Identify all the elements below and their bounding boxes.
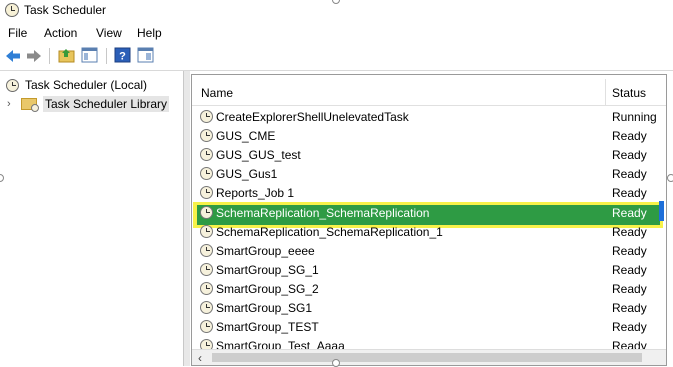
svg-text:?: ? <box>119 51 126 63</box>
task-status: Ready <box>612 167 647 181</box>
task-name: GUS_Gus1 <box>216 167 278 181</box>
clock-icon <box>200 129 213 142</box>
pane-splitter[interactable] <box>184 71 190 366</box>
task-name: SmartGroup_SG_2 <box>216 282 319 296</box>
tree-item-library[interactable]: › Task Scheduler Library <box>7 95 170 113</box>
menu-view[interactable]: View <box>96 26 122 40</box>
scroll-thumb[interactable] <box>212 353 642 362</box>
task-status: Running <box>612 110 657 124</box>
clock-icon <box>200 206 213 219</box>
console-tree: Task Scheduler (Local) › Task Scheduler … <box>0 71 184 366</box>
column-header-name[interactable]: Name <box>201 86 233 100</box>
task-status: Ready <box>612 148 647 162</box>
column-header-status[interactable]: Status <box>612 86 646 100</box>
task-name: GUS_CME <box>216 129 276 143</box>
task-name: SmartGroup_SG1 <box>216 301 313 315</box>
clock-icon <box>200 244 213 257</box>
table-row[interactable]: SmartGroup_SG_2 Ready <box>192 279 666 298</box>
task-name: Reports_Job 1 <box>216 186 295 200</box>
table-row[interactable]: GUS_GUS_test Ready <box>192 145 666 164</box>
tree-item-label: Task Scheduler (Local) <box>25 78 148 92</box>
chevron-right-icon[interactable]: › <box>7 98 17 110</box>
folder-clock-icon <box>21 98 39 112</box>
table-row[interactable]: CreateExplorerShellUnelevatedTask Runnin… <box>192 107 666 126</box>
console-tree-icon[interactable] <box>137 47 154 63</box>
table-row[interactable]: SchemaReplication_SchemaReplication_1 Re… <box>192 222 666 241</box>
table-row[interactable]: GUS_Gus1 Ready <box>192 164 666 183</box>
menu-help[interactable]: Help <box>137 26 162 40</box>
task-list: Name Status CreateExplorerShellUnelevate… <box>191 74 667 366</box>
task-status: Ready <box>612 263 647 277</box>
task-status: Ready <box>612 206 647 220</box>
clock-icon <box>200 148 213 161</box>
table-row[interactable]: SmartGroup_eeee Ready <box>192 241 666 260</box>
toolbar-separator <box>49 48 50 64</box>
table-row[interactable]: GUS_CME Ready <box>192 126 666 145</box>
list-header: Name Status <box>192 75 666 106</box>
clock-icon <box>200 110 213 123</box>
window-title: Task Scheduler <box>24 3 107 17</box>
clock-icon <box>200 225 213 238</box>
clock-icon <box>200 320 213 333</box>
task-status: Ready <box>612 129 647 143</box>
task-name: GUS_GUS_test <box>216 148 301 162</box>
toolbar-separator <box>106 48 107 64</box>
task-status: Ready <box>612 244 647 258</box>
clock-icon <box>5 3 19 17</box>
clock-icon <box>6 78 19 92</box>
task-status: Ready <box>612 301 647 315</box>
up-folder-icon[interactable] <box>58 47 75 63</box>
help-icon[interactable]: ? <box>114 47 131 63</box>
clock-icon <box>200 167 213 180</box>
clock-icon <box>200 263 213 276</box>
task-name: SmartGroup_TEST <box>216 320 319 334</box>
scroll-left-icon[interactable]: ‹ <box>198 351 202 365</box>
task-name: SmartGroup_eeee <box>216 244 315 258</box>
toolbar: ? <box>0 42 673 71</box>
menu-bar: File Action View Help <box>0 22 673 42</box>
clock-icon <box>200 282 213 295</box>
task-name: SmartGroup_SG_1 <box>216 263 319 277</box>
task-status: Ready <box>612 186 647 200</box>
task-status: Ready <box>612 282 647 296</box>
column-divider[interactable] <box>605 79 606 105</box>
task-status: Ready <box>612 320 647 334</box>
table-row[interactable]: SmartGroup_SG1 Ready <box>192 298 666 317</box>
tree-item-root[interactable]: Task Scheduler (Local) <box>6 76 147 94</box>
menu-file[interactable]: File <box>8 26 27 40</box>
task-name: SchemaReplication_SchemaReplication <box>216 206 430 220</box>
tree-item-label: Task Scheduler Library <box>43 96 170 112</box>
task-name: SchemaReplication_SchemaReplication_1 <box>216 225 443 239</box>
table-row[interactable]: Reports_Job 1 Ready <box>192 183 666 202</box>
arrow-left-icon[interactable] <box>5 47 21 65</box>
table-row[interactable]: SmartGroup_TEST Ready <box>192 317 666 336</box>
table-row[interactable]: SmartGroup_SG_1 Ready <box>192 260 666 279</box>
task-name: CreateExplorerShellUnelevatedTask <box>216 110 409 124</box>
table-row-selected[interactable]: SchemaReplication_SchemaReplication Read… <box>192 203 666 222</box>
arrow-right-icon[interactable] <box>26 47 42 65</box>
show-hide-tree-icon[interactable] <box>81 47 98 63</box>
horizontal-scrollbar[interactable]: ‹ <box>192 349 666 365</box>
frame-handle <box>667 174 673 182</box>
menu-action[interactable]: Action <box>44 26 77 40</box>
clock-icon <box>200 186 213 199</box>
task-status: Ready <box>612 225 647 239</box>
clock-icon <box>200 301 213 314</box>
